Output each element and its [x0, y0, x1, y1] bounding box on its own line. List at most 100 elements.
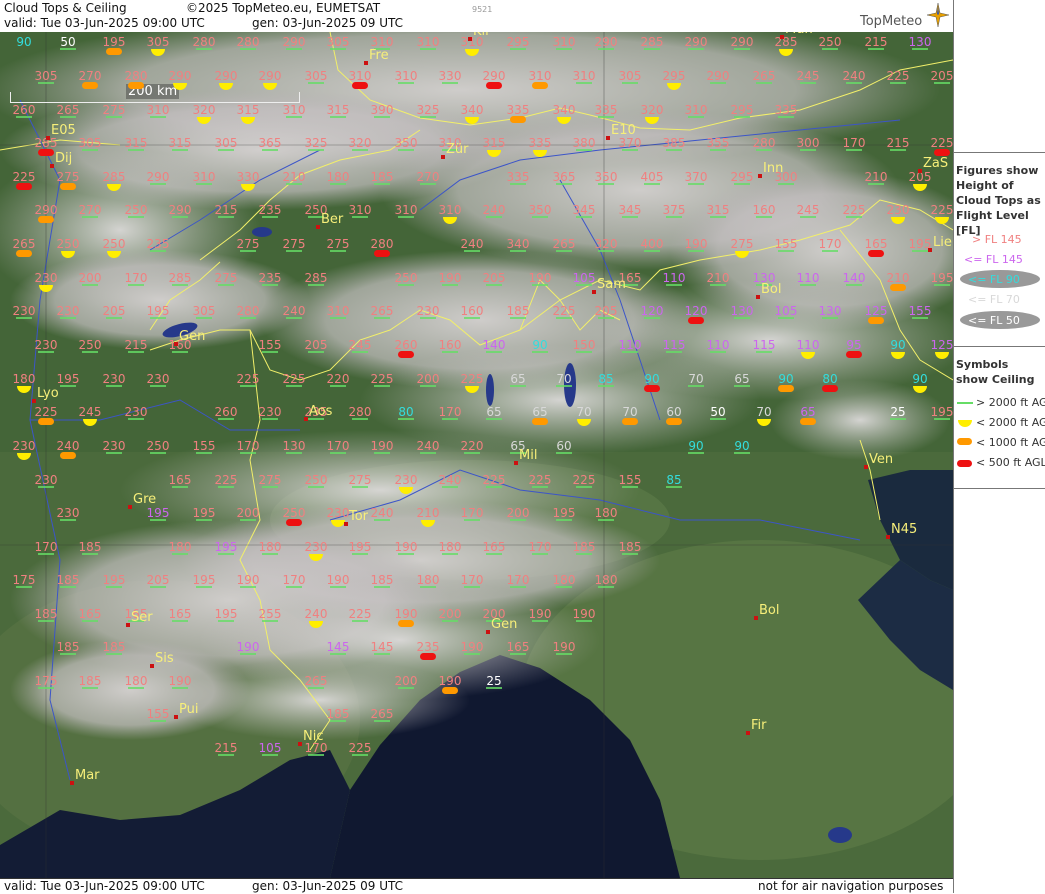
cloud-top-label: 70 — [622, 405, 637, 419]
map-area[interactable]: 200 km 90 50 195 305 280 280 290 305 310 310 310 29… — [0, 32, 953, 878]
station-observation: 190 — [371, 439, 393, 454]
station-observation: 190 — [553, 640, 575, 655]
city-marker[interactable]: Mar — [70, 768, 100, 785]
city-marker[interactable]: ZaS — [918, 156, 948, 173]
station-observation: 265 — [371, 304, 393, 319]
station-observation: 170 — [283, 573, 305, 588]
station-observation: 175 — [35, 674, 57, 689]
city-marker[interactable]: Gen — [174, 329, 205, 346]
city-marker[interactable]: Gre — [128, 492, 156, 509]
cloud-top-label: 310 — [349, 203, 372, 217]
station-observation: 190 — [169, 674, 191, 689]
city-marker[interactable]: Sam — [592, 277, 626, 294]
station-observation: 185 — [507, 304, 529, 319]
city-marker[interactable]: N45 — [886, 522, 917, 539]
station-observation: 295 — [731, 103, 753, 118]
city-dot — [864, 465, 868, 469]
city-dot — [928, 248, 932, 252]
cloud-top-label: 200 — [395, 674, 418, 688]
cloud-top-label: 185 — [57, 573, 80, 587]
city-marker[interactable]: E05 — [46, 123, 76, 140]
city-marker[interactable]: Gen — [486, 617, 517, 634]
station-observation: 190 — [395, 607, 417, 627]
ceiling-yellow-symbol — [241, 117, 255, 124]
cloud-top-label: 225 — [887, 69, 910, 83]
cloud-top-label: 285 — [775, 35, 798, 49]
city-marker[interactable]: Bol — [754, 603, 779, 620]
city-dot — [486, 630, 490, 634]
station-observation: 240 — [439, 473, 461, 488]
cloud-top-label: 275 — [215, 271, 238, 285]
cloud-top-label: 260 — [395, 338, 418, 352]
cloud-top-label: 230 — [35, 338, 58, 352]
ceiling-yellow-symbol — [891, 352, 905, 359]
cloud-top-label: 355 — [707, 136, 730, 150]
city-marker[interactable]: Ber — [316, 212, 344, 229]
ceiling-yellow-symbol — [61, 251, 75, 258]
station-observation: 275 — [349, 473, 371, 488]
city-marker[interactable]: Lie — [928, 235, 952, 252]
station-observation: 70 — [576, 405, 592, 426]
city-marker[interactable]: Sis — [150, 651, 174, 668]
station-observation: 250 — [305, 473, 327, 488]
cloud-top-label: 405 — [641, 170, 664, 184]
ceiling-orange-symbol — [16, 250, 32, 257]
city-marker[interactable]: Aos — [304, 404, 333, 421]
cloud-top-label: 180 — [327, 170, 350, 184]
station-observation: 225 — [35, 405, 57, 425]
cloud-top-label: 70 — [688, 372, 703, 386]
cloud-top-label: 165 — [483, 540, 506, 554]
station-observation: 325 — [305, 136, 327, 151]
station-observation: 185 — [327, 707, 349, 722]
cloud-top-label: 155 — [775, 237, 798, 251]
city-marker[interactable]: Ven — [864, 452, 893, 469]
cloud-top-label: 210 — [417, 506, 440, 520]
ceiling-yellow-symbol — [173, 83, 187, 90]
station-observation: 65 — [510, 372, 526, 387]
station-observation: 225 — [461, 372, 483, 393]
station-observation: 265 — [57, 103, 79, 118]
ceiling-yellow-symbol — [399, 487, 413, 494]
station-observation: 340 — [553, 103, 575, 124]
station-observation: 275 — [731, 237, 753, 258]
cloud-top-label: 240 — [57, 439, 80, 453]
station-observation: 310 — [439, 203, 461, 224]
cloud-top-label: 250 — [57, 237, 80, 251]
city-marker[interactable]: Fir — [746, 718, 767, 735]
station-observation: 180 — [553, 573, 575, 588]
cloud-top-label: 285 — [103, 170, 126, 184]
cloud-top-label: 85 — [666, 473, 681, 487]
city-marker[interactable]: Lyo — [32, 386, 59, 403]
city-label: Pui — [179, 702, 198, 717]
city-label: Fre — [369, 48, 389, 63]
ceiling-red-symbol — [934, 149, 950, 156]
cloud-top-label: 220 — [461, 439, 484, 453]
station-observation: 170 — [461, 573, 483, 588]
city-label: Mun — [785, 32, 813, 37]
cloud-top-label: 375 — [663, 203, 686, 217]
product-code: 9521 — [472, 5, 493, 14]
ceiling-red-symbol — [374, 250, 390, 257]
city-label: Sam — [597, 277, 626, 292]
city-marker[interactable]: Pui — [174, 702, 198, 719]
ceiling-yellow-symbol — [891, 217, 905, 224]
city-marker[interactable]: Inn — [758, 161, 783, 178]
ceiling-yellow-symbol — [197, 117, 211, 124]
topmeteo-logo[interactable]: TopMeteo — [860, 14, 922, 29]
station-observation: 250 — [283, 506, 305, 526]
city-label: Ber — [321, 212, 344, 227]
city-marker[interactable]: Ser — [126, 610, 153, 627]
cloud-top-label: 305 — [79, 136, 102, 150]
city-marker[interactable]: E10 — [606, 123, 636, 140]
cloud-top-label: 230 — [125, 405, 148, 419]
cloud-top-label: 285 — [641, 35, 664, 49]
ceiling-orange-symbol — [38, 216, 54, 223]
ceiling-yellow-symbol — [107, 184, 121, 191]
city-marker[interactable]: Zür — [441, 142, 469, 159]
station-observation: 195 — [147, 506, 169, 521]
station-observation: 215 — [125, 338, 147, 353]
city-marker[interactable]: Fre — [364, 48, 389, 65]
city-marker[interactable]: Nic — [298, 729, 323, 746]
cloud-top-label: 270 — [79, 203, 102, 217]
legend-ceiling-2000: < 2000 ft AGL — [976, 416, 1045, 429]
